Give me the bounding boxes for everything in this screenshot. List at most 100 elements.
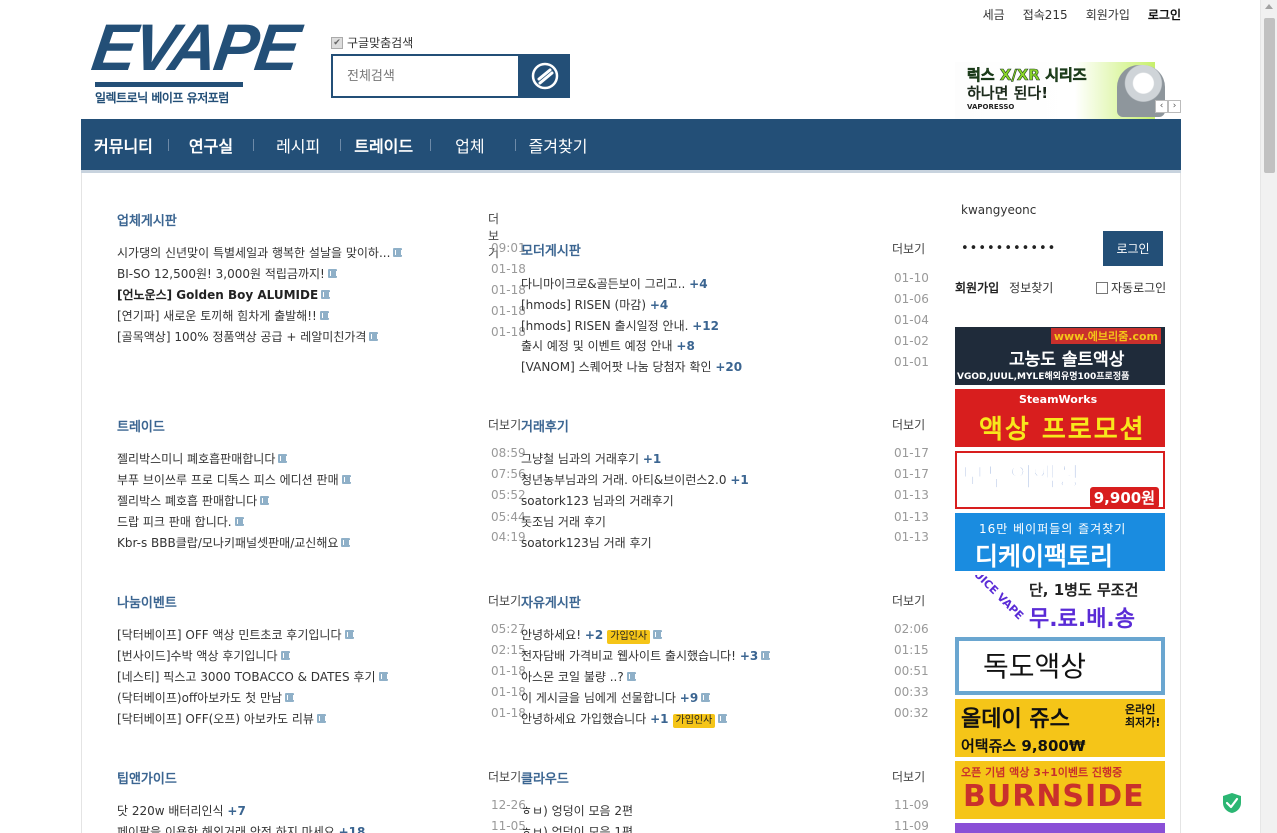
board-giveaway: 나눔이벤트 — [117, 592, 177, 611]
more-link[interactable]: 더보기 — [488, 592, 521, 609]
signup-link[interactable]: 회원가입 — [955, 279, 999, 296]
post-date: 01-17 — [894, 446, 929, 460]
list-item[interactable]: 그냥철 님과의 거래후기 +1 — [521, 450, 661, 467]
board-title[interactable]: 트레이드 — [117, 416, 165, 435]
search-button[interactable] — [520, 54, 570, 98]
list-item[interactable]: (닥터베이프)off아보카도 첫 만남 — [117, 689, 295, 706]
list-item[interactable]: 젤리박스 폐호흡 판매합니다 — [117, 492, 270, 509]
more-link[interactable]: 더보기 — [488, 416, 521, 433]
list-item[interactable]: 아스몬 코일 불량 ..? — [521, 668, 636, 685]
new-badge-icon — [344, 630, 354, 639]
ad-banner-dkfactory[interactable]: 16만 베이퍼들의 즐겨찾기 디케이팩토리 — [955, 513, 1165, 571]
ad-banner-juicevape[interactable]: JUICE VAPE 단, 1병도 무조건 무.료.배.송 — [955, 575, 1165, 633]
list-item[interactable]: 페이팔을 이용한 해외거래 안전 하지 마세요 +18 — [117, 823, 365, 833]
signup-link[interactable]: 회원가입 — [1086, 6, 1130, 23]
ad-banner-burnside[interactable]: 오픈 기념 액상 3+1이벤트 진행중 BURNSIDE — [955, 761, 1165, 819]
list-item[interactable]: 청년농부님과의 거래. 아티&브이런스2.0 +1 — [521, 471, 749, 488]
google-search-option[interactable]: ✔ 구글맞춤검색 — [331, 34, 413, 51]
more-link[interactable]: 더보기 — [892, 768, 925, 785]
list-item[interactable]: 젤리박스미니 폐호흡판매합니다 — [117, 450, 288, 467]
nav-vendor[interactable]: 업체 — [455, 118, 484, 172]
new-badge-icon — [761, 651, 771, 660]
more-link[interactable]: 더보기 — [488, 768, 521, 785]
post-date: 01-06 — [894, 292, 929, 306]
banner-next-icon[interactable]: › — [1168, 100, 1181, 113]
list-item[interactable]: Kbr-s BBB클랍/모나키패널셋판매/교신해요 — [117, 534, 351, 551]
nav-trade[interactable]: 트레이드 — [354, 118, 413, 172]
board-title[interactable]: 팁앤가이드 — [117, 768, 177, 787]
board-title[interactable]: 업체게시판 — [117, 210, 177, 229]
post-date: 01-17 — [894, 467, 929, 481]
nav-recipe[interactable]: 레시피 — [276, 118, 320, 172]
list-item[interactable]: [언노운스] Golden Boy ALUMIDE — [117, 286, 331, 303]
google-search-checkbox[interactable]: ✔ — [331, 36, 343, 49]
ad-banner-allday[interactable]: 올데이 쥬스 온라인 최저가! 어택쥬스 9,800₩ — [955, 699, 1165, 757]
scroll-up-arrow-icon[interactable] — [1265, 4, 1273, 9]
list-item[interactable]: 시가댕의 신년맞이 특별세일과 행복한 설날을 맞이하... — [117, 244, 403, 261]
ad-banner-everyjum[interactable]: www.에브리줌.com 고농도 솔트액상 VGOD,JUUL,MYLE해외유명… — [955, 327, 1165, 385]
board-free: 자유게시판 — [521, 592, 581, 611]
search-input[interactable] — [347, 68, 504, 84]
nav-lab[interactable]: 연구실 — [189, 118, 233, 172]
login-button[interactable]: 로그인 — [1103, 231, 1163, 266]
list-item[interactable]: 출시 예정 및 이벤트 예정 안내 +8 — [521, 337, 695, 354]
list-item[interactable]: soatork123 님과의 거래후기 — [521, 492, 674, 509]
list-item[interactable]: ㅎㅂ) 엉덩이 모음 2편 — [521, 802, 633, 819]
auto-login-option[interactable]: 자동로그인 — [1096, 279, 1166, 296]
board-title[interactable]: 클라우드 — [521, 768, 569, 787]
welcome-tag: 가입인사 — [672, 714, 716, 728]
list-item[interactable]: [hmods] RISEN 출시일정 안내. +12 — [521, 317, 719, 334]
search-box[interactable] — [331, 54, 520, 98]
list-item[interactable]: 드랍 피크 판매 합니다. — [117, 513, 244, 530]
username-field[interactable]: kwangyeonc — [961, 203, 1036, 217]
list-item[interactable]: BI-SO 12,500원! 3,000원 적립금까지! — [117, 265, 337, 282]
list-item[interactable]: 닷 220w 배터리인식 +7 — [117, 802, 246, 819]
board-title[interactable]: 모더게시판 — [521, 240, 581, 259]
board-title[interactable]: 거래후기 — [521, 416, 569, 435]
ad-banner-modu[interactable]: 모두의액상 9,900원 — [955, 451, 1165, 509]
list-item[interactable]: [번사이드]수박 액상 후기입니다 — [117, 647, 290, 664]
list-item[interactable]: ㅎㅂ) 엉덩이 모음 1편 — [521, 823, 633, 833]
more-link[interactable]: 더보기 — [892, 240, 925, 257]
board-title[interactable]: 자유게시판 — [521, 592, 581, 611]
list-item[interactable]: 안녕하세요! +2 가입인사 — [521, 626, 663, 644]
board-tips: 팁앤가이드 — [117, 768, 177, 787]
more-link[interactable]: 더보기 — [892, 592, 925, 609]
list-item[interactable]: 전자담배 가격비교 웹사이트 출시했습니다! +3 — [521, 647, 771, 664]
shield-check-icon[interactable] — [1222, 792, 1242, 814]
new-badge-icon — [319, 311, 329, 320]
list-item[interactable]: soatork123님 거래 후기 — [521, 534, 652, 551]
tax-link[interactable]: 세금 — [983, 6, 1005, 23]
more-link[interactable]: 더보기 — [892, 416, 925, 433]
list-item[interactable]: 부푸 브이쓰루 프로 디톡스 피스 에디션 판매 — [117, 471, 351, 488]
nav-community[interactable]: 커뮤니티 — [94, 118, 153, 172]
nav-favorites[interactable]: 즐겨찾기 — [529, 118, 588, 172]
scrollbar-thumb[interactable] — [1264, 18, 1275, 173]
list-item[interactable]: 돗조님 거래 후기 — [521, 513, 606, 530]
list-item[interactable]: [닥터베이프] OFF(오프) 아보카도 리뷰 — [117, 710, 326, 727]
password-field[interactable]: ••••••••••• — [961, 241, 1056, 256]
board-title[interactable]: 나눔이벤트 — [117, 592, 177, 611]
list-item[interactable]: [골목액상] 100% 정품액상 공급 + 레알미친가격 — [117, 328, 379, 345]
ad-banner-dokdo[interactable]: 독도액상 — [955, 637, 1165, 695]
auto-login-checkbox[interactable] — [1096, 281, 1108, 294]
find-info-link[interactable]: 정보찾기 — [1009, 279, 1053, 296]
list-item[interactable]: [연기파] 새로운 토끼해 힘차게 출발해!! — [117, 307, 329, 324]
list-item[interactable]: [네스티] 픽스고 3000 TOBACCO & DATES 후기 — [117, 668, 388, 685]
list-item[interactable]: [VANOM] 스퀘어팟 나눔 당첨자 확인 +20 — [521, 358, 742, 375]
list-item[interactable]: [hmods] RISEN (마감) +4 — [521, 296, 668, 313]
search-logo-icon — [531, 62, 559, 90]
list-item[interactable]: 이 게시글을 님에게 선물합니다 +9 — [521, 689, 711, 706]
site-logo[interactable]: EVAPE 일렉트로닉 베이프 유저포럼 — [88, 10, 302, 107]
list-item[interactable]: [닥터베이프] OFF 액상 민트초코 후기입니다 — [117, 626, 354, 643]
google-search-label: 구글맞춤검색 — [347, 36, 414, 50]
ad-banner-partial[interactable] — [955, 823, 1165, 833]
list-item[interactable]: 안녕하세요 가입했습니다 +1 가입인사 — [521, 710, 728, 728]
list-item[interactable]: 다니마이크로&골든보이 그리고.. +4 — [521, 275, 708, 292]
page-scrollbar[interactable] — [1260, 0, 1277, 833]
login-link[interactable]: 로그인 — [1148, 6, 1181, 23]
banner-prev-icon[interactable]: ‹ — [1155, 100, 1168, 113]
top-banner-ad[interactable]: 럭스 X/XR 시리즈 하나면 된다! VAPORESSO ‹ › — [955, 62, 1181, 119]
ad-banner-steamworks[interactable]: SteamWorks 액상 프로모션 — [955, 389, 1165, 447]
post-date: 01-13 — [894, 530, 929, 544]
